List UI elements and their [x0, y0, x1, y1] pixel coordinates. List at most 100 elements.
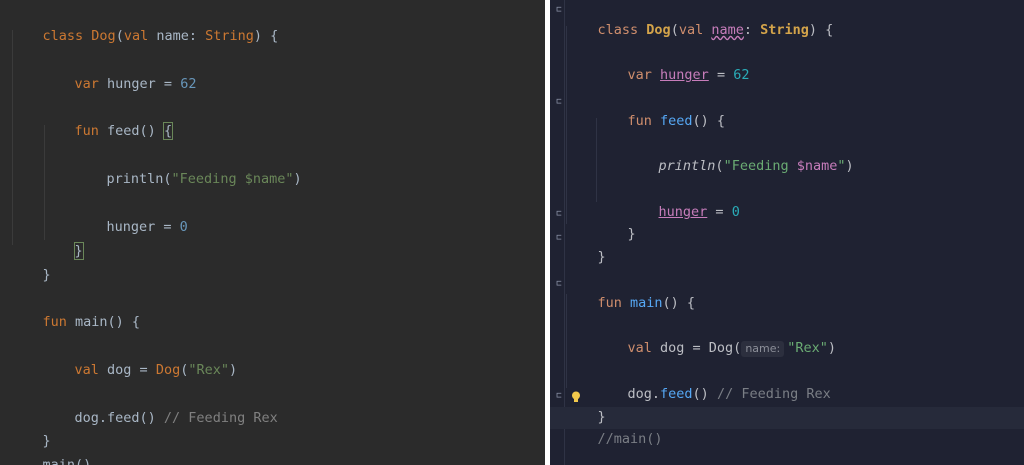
keyword: val — [74, 362, 108, 378]
class-name: Dog — [646, 22, 671, 38]
keyword: val — [123, 28, 157, 44]
code-line[interactable]: fun feed() { — [565, 91, 726, 129]
number-literal: 62 — [733, 67, 750, 83]
code-token: = — [708, 67, 734, 83]
code-token: ( — [670, 22, 679, 38]
matched-brace: } — [73, 242, 84, 260]
string-literal: "Feeding — [723, 158, 797, 174]
keyword: class — [42, 28, 92, 44]
code-line[interactable]: class Dog(val name: String) { — [10, 6, 279, 44]
text-caret — [82, 243, 84, 259]
function-call: println( — [106, 171, 172, 187]
keyword: var — [627, 67, 661, 83]
number-literal: 62 — [180, 76, 197, 92]
number-literal: 0 — [731, 204, 740, 220]
code-token: ( — [715, 158, 724, 174]
code-token: () { — [662, 295, 696, 311]
code-token: ( — [115, 28, 124, 44]
function-call: println — [658, 158, 716, 174]
class-name: Dog — [91, 28, 116, 44]
code-line[interactable]: main() — [10, 435, 92, 465]
keyword: fun — [597, 295, 631, 311]
code-token: hunger = — [107, 76, 181, 92]
code-token: main() — [42, 457, 92, 465]
code-token: ) { — [253, 28, 279, 44]
string-template: $name — [796, 158, 838, 174]
function-name: feed — [660, 386, 693, 402]
code-token: name: — [156, 28, 206, 44]
code-line[interactable]: var hunger = 62 — [10, 54, 197, 92]
code-line[interactable]: fun main() { — [10, 292, 141, 330]
code-token: feed() — [107, 123, 164, 139]
string-literal: "Rex" — [787, 340, 828, 356]
type-name: String — [205, 28, 254, 44]
lightbulb-icon[interactable] — [571, 391, 581, 403]
keyword: var — [74, 76, 108, 92]
code-line[interactable]: } — [10, 411, 51, 449]
code-token: dog.feed() — [74, 410, 164, 426]
code-line[interactable]: dog.feed() // Feeding Rex — [565, 364, 831, 402]
property-name: hunger — [660, 67, 709, 83]
left-code-editor[interactable]: class Dog(val name: String) { var hunger… — [0, 0, 545, 465]
matched-brace: { — [162, 122, 174, 140]
code-line[interactable]: val dog = Dog("Rex") — [10, 340, 238, 378]
keyword: class — [597, 22, 647, 38]
code-line[interactable]: } — [10, 245, 51, 283]
code-line[interactable]: hunger = 0 — [565, 182, 740, 220]
code-line[interactable]: fun main() { — [565, 273, 696, 311]
code-token: dog = Dog( — [660, 340, 742, 356]
class-name: Dog — [155, 362, 181, 378]
fold-marker-icon[interactable]: ⊏ — [555, 280, 563, 289]
fold-marker-icon[interactable]: ⊏ — [555, 392, 563, 401]
code-token: dog = — [107, 362, 156, 378]
comment: // Feeding Rex — [716, 386, 831, 402]
property-name: hunger — [658, 204, 708, 220]
code-token: ) — [293, 171, 302, 187]
function-name: feed — [660, 113, 693, 129]
code-token: () — [692, 386, 717, 402]
fold-marker-icon[interactable]: ⊏ — [555, 234, 563, 243]
function-name: main — [630, 295, 663, 311]
keyword: val — [627, 340, 661, 356]
code-line[interactable]: } — [10, 221, 84, 260]
keyword: val — [678, 22, 712, 38]
code-line[interactable]: //main() — [565, 409, 663, 447]
property-name: name — [711, 22, 744, 38]
code-line[interactable]: class Dog(val name: String) { — [565, 0, 834, 38]
keyword: fun — [74, 123, 108, 139]
number-literal: 0 — [179, 219, 188, 235]
comment: // Feeding Rex — [163, 410, 278, 426]
fold-marker-icon[interactable]: ⊏ — [555, 6, 563, 15]
parameter-hint: name: — [741, 341, 785, 357]
comment: //main() — [597, 431, 663, 447]
fold-marker-icon[interactable]: ⊏ — [555, 98, 563, 107]
code-line[interactable]: } — [565, 227, 606, 265]
code-token: ) { — [808, 22, 834, 38]
code-line[interactable]: } — [565, 204, 636, 242]
code-line[interactable]: hunger = 0 — [10, 197, 188, 235]
code-token: ) — [827, 340, 836, 356]
code-line[interactable]: fun feed() { — [10, 101, 174, 140]
code-token: } — [597, 249, 606, 265]
code-token: ) — [845, 158, 854, 174]
fold-marker-icon[interactable]: ⊏ — [555, 210, 563, 219]
code-token: } — [627, 226, 636, 242]
string-literal: "Feeding $name" — [171, 171, 294, 187]
string-literal: "Rex" — [188, 362, 229, 378]
code-token: = — [707, 204, 732, 220]
code-token: main() { — [75, 314, 141, 330]
code-line[interactable]: dog.feed() // Feeding Rex — [10, 388, 278, 426]
string-literal: " — [837, 158, 846, 174]
type-name: String — [760, 22, 809, 38]
code-token: dog. — [627, 386, 661, 402]
code-line[interactable]: println("Feeding $name") — [565, 136, 854, 174]
code-line[interactable]: val dog = Dog(name: "Rex") — [565, 318, 836, 357]
code-line[interactable]: println("Feeding $name") — [10, 149, 302, 187]
code-line[interactable]: var hunger = 62 — [565, 45, 750, 83]
code-token: hunger = — [106, 219, 180, 235]
keyword: fun — [42, 314, 76, 330]
code-token: } — [42, 267, 51, 283]
code-token: ) — [228, 362, 238, 378]
code-token: : — [743, 22, 761, 38]
right-code-editor[interactable]: ⊏ ⊏ ⊏ ⊏ ⊏ ⊏ class Dog(val name: String) … — [550, 0, 1024, 465]
